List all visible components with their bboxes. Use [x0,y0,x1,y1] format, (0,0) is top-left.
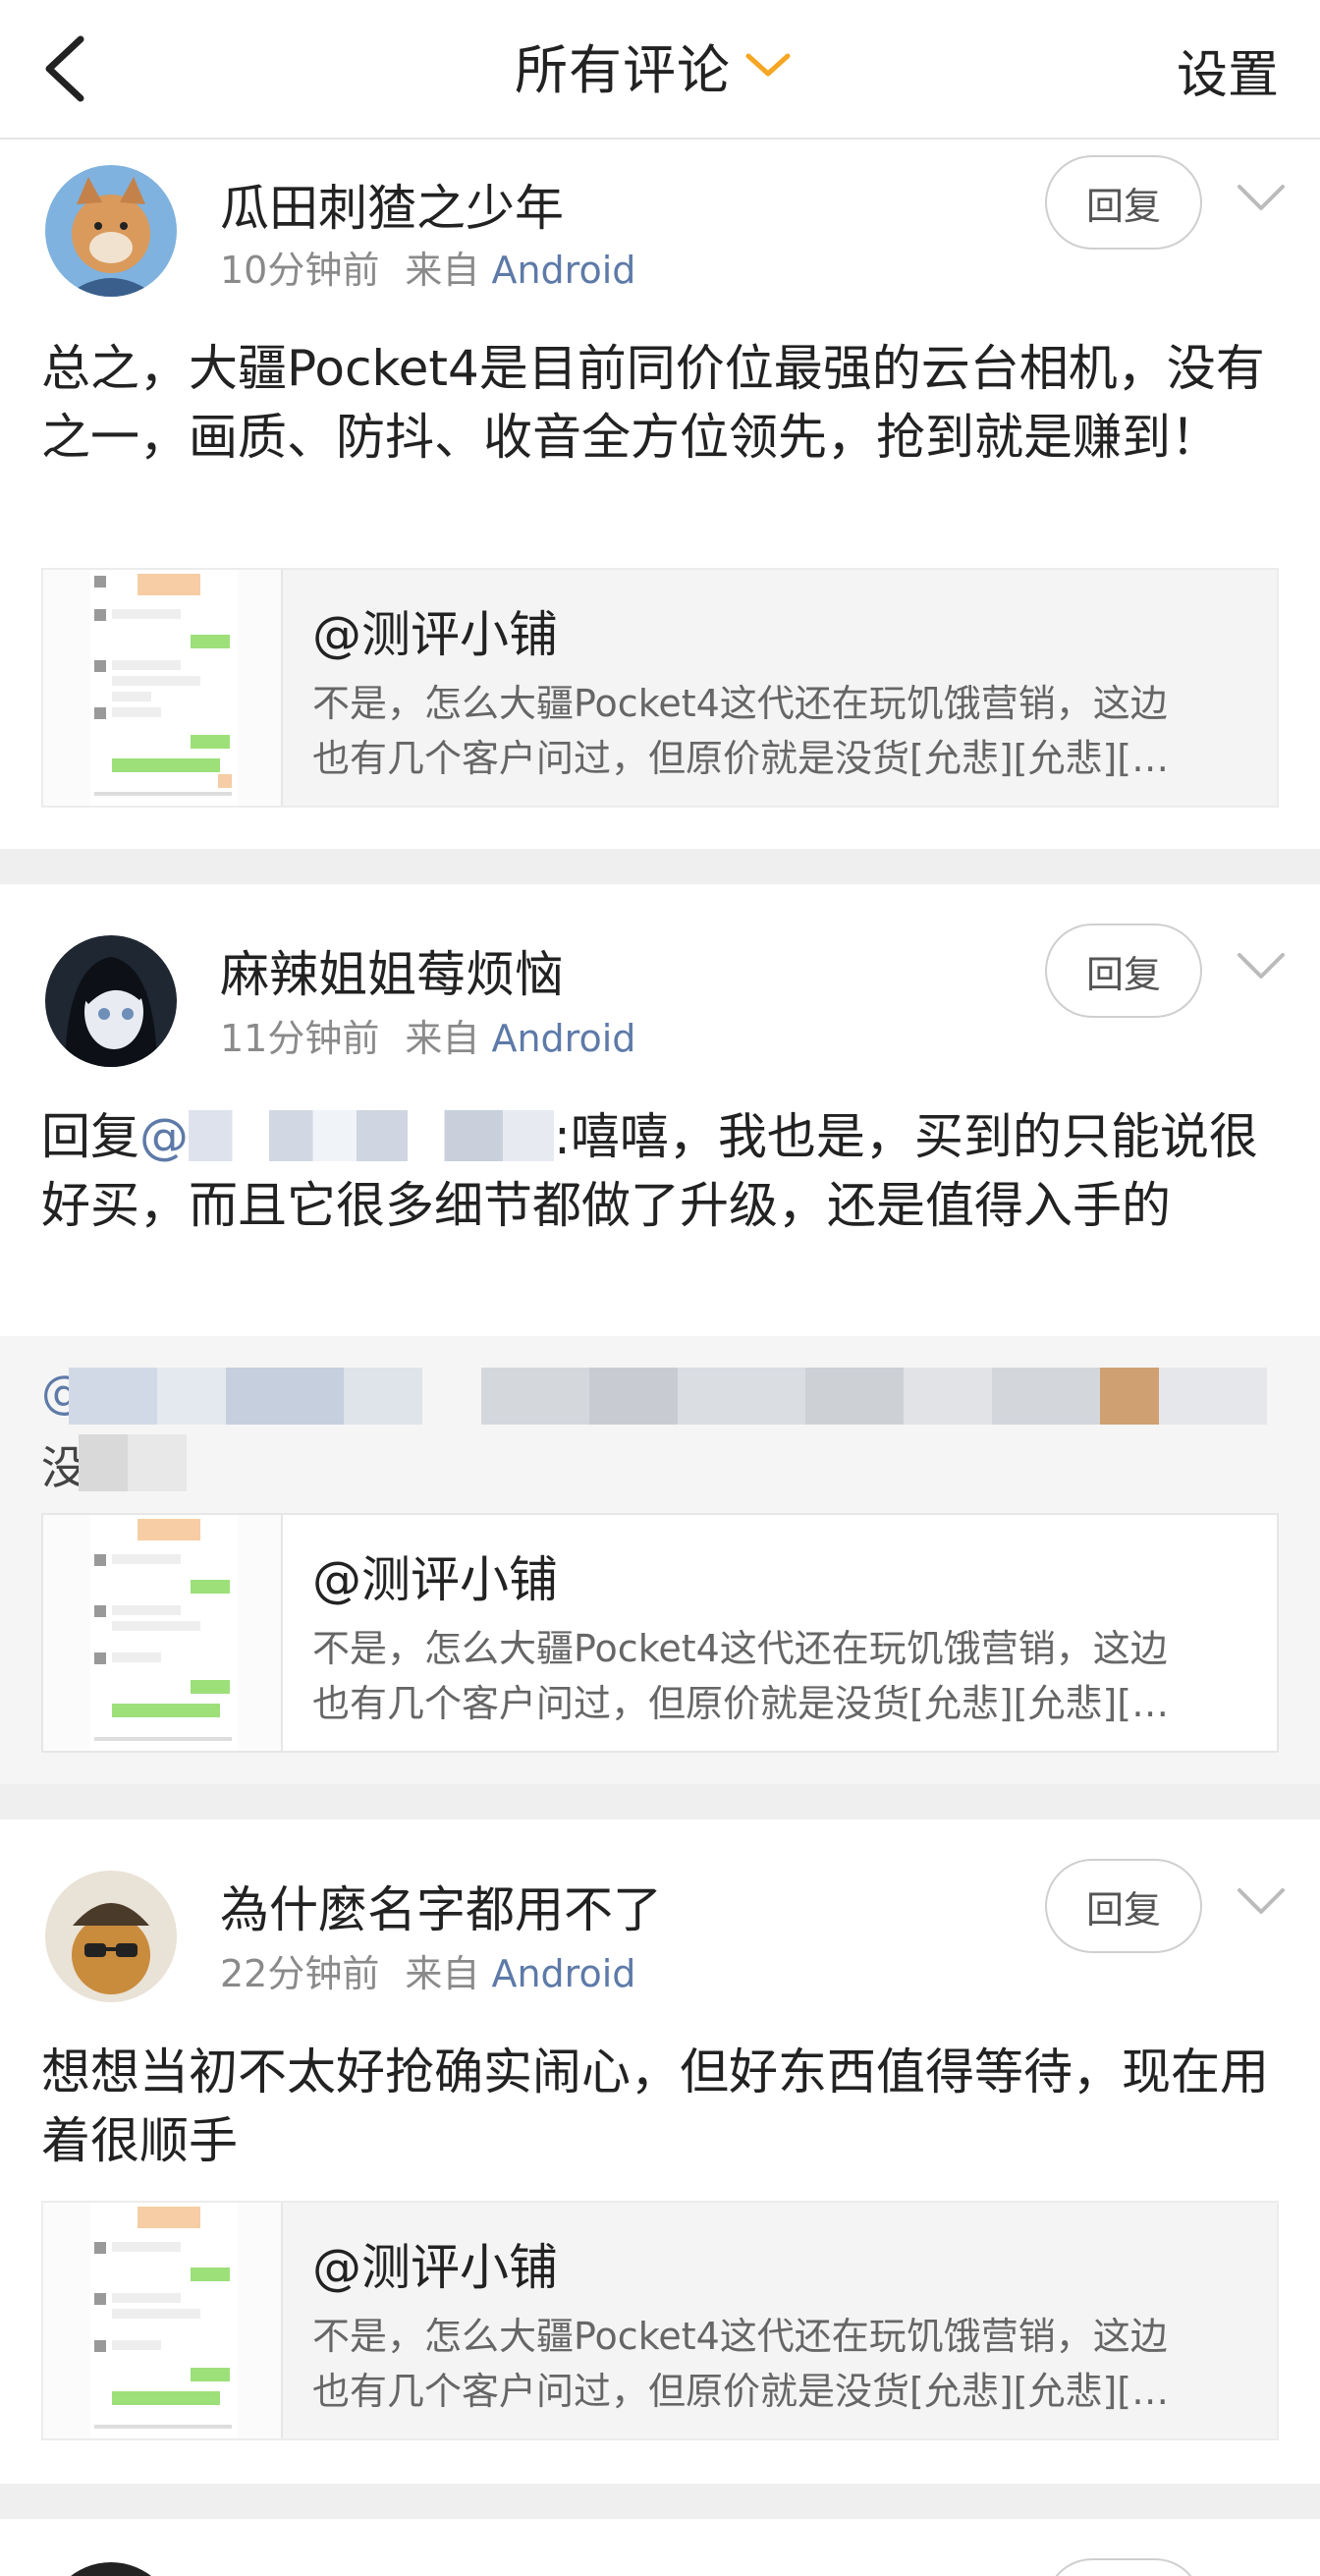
user-mention[interactable]: @ [139,1108,189,1165]
quoted-post-thumbnail [43,1515,283,1751]
comment-item: 麻辣姐姐莓烦恼 11分钟前 来自 Android 回复 回复@:嘻嘻，我也是，买到… [0,884,1320,1788]
avatar[interactable] [45,1871,177,2002]
source-prefix: 来自 [405,1952,480,1995]
reply-button-partial[interactable] [1045,2558,1202,2576]
top-nav-bar: 所有评论 设置 [0,0,1320,140]
quoted-post-thumbnail [43,2203,283,2438]
reply-button[interactable]: 回复 [1045,155,1202,250]
comment-item: 為什麼名字都用不了 22分钟前 来自 Android 回复 想想当初不太好抢确实闹… [0,1820,1320,2488]
chevron-down-icon[interactable] [1234,947,1289,986]
quoted-author: @测评小铺 [312,606,558,663]
reply-button[interactable]: 回复 [1045,924,1202,1018]
comment-filter-dropdown[interactable]: 所有评论 [515,26,792,104]
avatar[interactable] [45,935,177,1067]
comment-meta: 22分钟前 来自 Android [220,1943,635,1997]
quoted-text: 不是，怎么大疆Pocket4这代还在玩饥饿营销，这边 也有几个客户问过，但原价就… [312,682,1170,780]
quoted-text: 不是，怎么大疆Pocket4这代还在玩饥饿营销，这边 也有几个客户问过，但原价就… [312,2315,1170,2413]
section-divider [0,2484,1320,2519]
comment-text: 想想当初不太好抢确实闹心，但好东西值得等待，现在用着很顺手 [41,2044,1269,2169]
timestamp: 11分钟前 [220,1017,380,1060]
comment-meta: 11分钟前 来自 Android [220,1008,635,1062]
timestamp: 22分钟前 [220,1952,380,1995]
source-device: Android [491,1017,636,1060]
mention-redacted [189,1110,554,1161]
quoted-post-thumbnail [43,570,283,806]
quoted-author: @测评小铺 [312,1551,558,1608]
chevron-left-icon [45,35,84,102]
quoted-post-card[interactable]: @测评小铺 不是，怎么大疆Pocket4这代还在玩饥饿营销，这边 也有几个客户问… [41,1513,1279,1753]
username[interactable]: 麻辣姐姐莓烦恼 [220,935,564,1006]
username[interactable]: 為什麼名字都用不了 [220,1871,662,1941]
section-divider [0,1784,1320,1820]
quoted-reply-blurred[interactable]: @ 没 @测评小铺 不是，怎么大疆Pocket4这代还在玩饥饿营销，这边 也有几… [0,1336,1320,1788]
comment-meta: 10分钟前 来自 Android [220,240,635,294]
section-divider [0,849,1320,884]
quoted-post-card[interactable]: @测评小铺 不是，怎么大疆Pocket4这代还在玩饥饿营销，这边 也有几个客户问… [41,568,1279,808]
comment-text: 回复@:嘻嘻，我也是，买到的只能说很好买，而且它很多细节都做了升级，还是值得入手… [41,1108,1258,1234]
settings-button[interactable]: 设置 [1177,33,1279,107]
quoted-text: 不是，怎么大疆Pocket4这代还在玩饥饿营销，这边 也有几个客户问过，但原价就… [312,1627,1170,1725]
quoted-author: @测评小铺 [312,2239,558,2296]
chevron-down-icon[interactable] [1234,179,1289,218]
reply-button[interactable]: 回复 [1045,1859,1202,1953]
blurred-region [79,1434,187,1491]
timestamp: 10分钟前 [220,249,380,292]
avatar[interactable] [45,165,177,297]
comment-item: 瓜田刺猹之少年 10分钟前 来自 Android 回复 总之，大疆Pocket4是… [0,141,1320,849]
chevron-down-icon [745,53,791,77]
quoted-post-card[interactable]: @测评小铺 不是，怎么大疆Pocket4这代还在玩饥饿营销，这边 也有几个客户问… [41,2201,1279,2440]
source-device: Android [491,1952,636,1995]
source-prefix: 来自 [405,249,480,292]
source-prefix: 来自 [405,1017,480,1060]
page-title: 所有评论 [515,38,731,101]
comment-item-partial [0,2519,1320,2576]
chevron-down-icon[interactable] [1234,1882,1289,1922]
username[interactable]: 瓜田刺猹之少年 [220,169,564,240]
comment-text: 总之，大疆Pocket4是目前同价位最强的云台相机，没有之一，画质、防抖、收音全… [41,340,1265,466]
back-button[interactable] [33,29,102,108]
source-device: Android [491,249,636,292]
avatar[interactable] [45,2562,177,2576]
blurred-region [69,1368,1267,1425]
